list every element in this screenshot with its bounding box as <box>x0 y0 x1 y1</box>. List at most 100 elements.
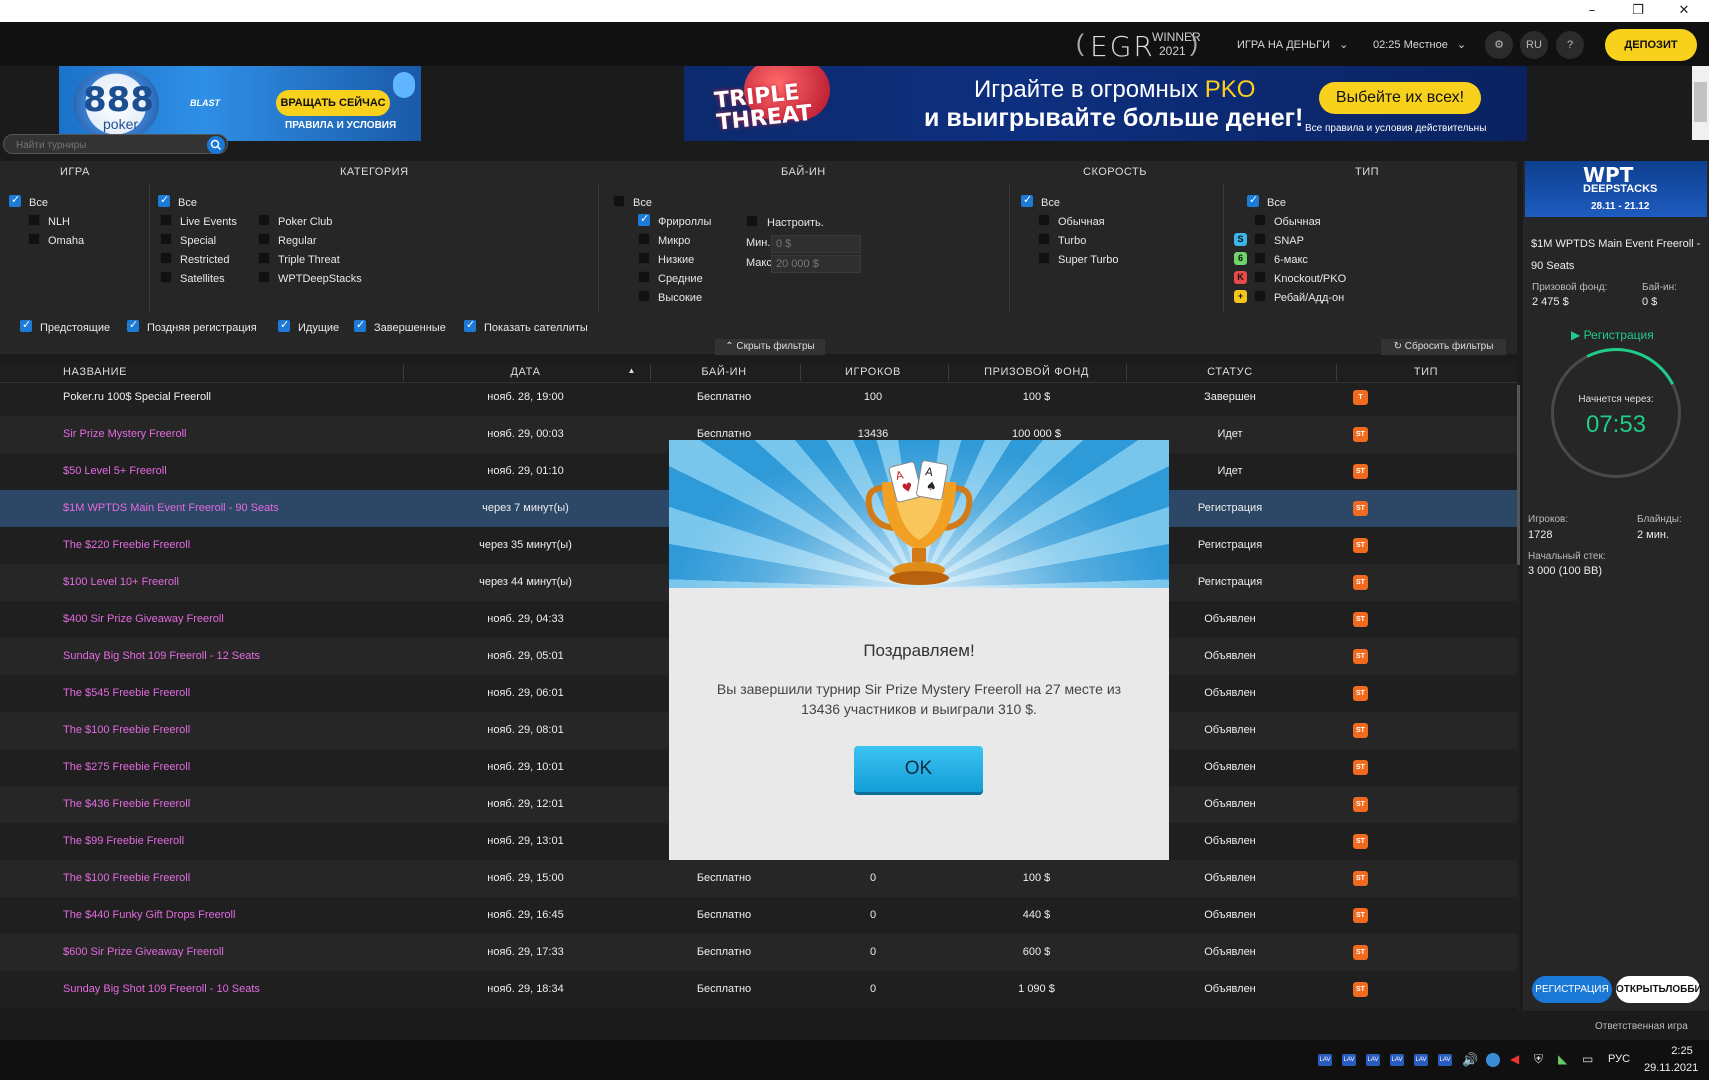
filter-max-input[interactable]: 20 000 $ <box>771 255 861 273</box>
status-satellites-checkbox[interactable] <box>464 318 476 332</box>
filter-min-input[interactable]: 0 $ <box>771 235 861 253</box>
filter-speed-turbo-label: Turbo <box>1058 235 1087 247</box>
language-button[interactable]: RU <box>1520 31 1548 59</box>
open-lobby-button[interactable]: ОТКРЫТЬЛОББИ <box>1616 976 1702 1003</box>
congratulations-dialog: A ♥ A ♠ Поздравляем! Вы завершили турнир S… <box>669 440 1169 860</box>
table-row[interactable]: $600 Sir Prize Giveaway Freeroll нояб. 29… <box>0 934 1517 971</box>
tray-app-icon[interactable]: LAV <box>1414 1054 1428 1066</box>
status-running-checkbox[interactable] <box>278 318 290 332</box>
filter-type-6max-checkbox[interactable] <box>1254 252 1266 264</box>
filter-buyin-custom-label: Настроить. <box>767 217 824 229</box>
ok-button[interactable]: OK <box>854 746 983 792</box>
filter-category-triplethreat-checkbox[interactable] <box>258 252 270 264</box>
filter-game-omaha-checkbox[interactable] <box>28 233 40 245</box>
scrollbar-thumb[interactable] <box>1517 385 1520 565</box>
status-finished-checkbox[interactable] <box>354 318 366 332</box>
shield-icon[interactable]: ⛨ <box>1534 1052 1543 1067</box>
filter-type-all-checkbox[interactable] <box>1247 193 1259 207</box>
filter-speed-superturbo-checkbox[interactable] <box>1038 252 1050 264</box>
search-input[interactable] <box>16 138 196 152</box>
filter-category-regular-checkbox[interactable] <box>258 233 270 245</box>
banner-scrollbar[interactable] <box>1692 66 1709 140</box>
filter-category-pokerclub-checkbox[interactable] <box>258 214 270 226</box>
filter-game-all-checkbox[interactable] <box>9 193 21 207</box>
column-header-name[interactable]: НАЗВАНИЕ <box>63 366 127 378</box>
search-icon[interactable] <box>207 136 225 154</box>
tray-app-icon[interactable]: LAV <box>1318 1054 1332 1066</box>
filter-game-nlh-checkbox[interactable] <box>28 214 40 226</box>
reset-filters-button[interactable]: ↻ Сбросить фильтры <box>1381 339 1506 355</box>
filter-speed-all-checkbox[interactable] <box>1021 193 1033 207</box>
filter-category-live-checkbox[interactable] <box>160 214 172 226</box>
knock-them-out-button[interactable]: Выбейте их всех! <box>1319 82 1481 114</box>
table-row[interactable]: The $440 Funky Gift Drops Freeroll нояб. … <box>0 897 1517 934</box>
filter-category-wptds-checkbox[interactable] <box>258 271 270 283</box>
column-header-date[interactable]: ДАТА ▲ <box>403 366 648 378</box>
tray-app-icon[interactable]: LAV <box>1342 1054 1356 1066</box>
settings-button[interactable]: ⚙ <box>1485 31 1513 59</box>
hide-filters-button[interactable]: ⌃ Скрыть фильтры <box>715 339 825 355</box>
filter-speed-normal-checkbox[interactable] <box>1038 214 1050 226</box>
table-row[interactable]: Sunday Big Shot 109 Freeroll - 10 Seats н… <box>0 971 1517 1008</box>
filter-type-rebuy-checkbox[interactable] <box>1254 290 1266 302</box>
register-button[interactable]: РЕГИСТРАЦИЯ <box>1532 976 1612 1003</box>
scrollbar-thumb[interactable] <box>1694 82 1707 122</box>
taskbar-time[interactable]: 2:25 <box>1660 1045 1704 1057</box>
clock-dropdown[interactable]: 02:25 Местное ⌄ <box>1373 31 1466 59</box>
nvidia-icon[interactable]: ◣ <box>1558 1052 1567 1066</box>
filter-category-special-checkbox[interactable] <box>160 233 172 245</box>
tray-app-icon[interactable]: LAV <box>1390 1054 1404 1066</box>
filter-buyin-mid-checkbox[interactable] <box>638 271 650 283</box>
filter-type-knockout-checkbox[interactable] <box>1254 271 1266 283</box>
filter-buyin-freerolls-checkbox[interactable] <box>638 212 650 226</box>
volume-icon[interactable]: 🔊 <box>1462 1052 1478 1068</box>
tournament-type-icon: ST <box>1353 612 1368 627</box>
triple-threat-logo: TRIPLE THREAT <box>713 77 848 141</box>
filter-buyin-micro-checkbox[interactable] <box>638 233 650 245</box>
spin-now-button[interactable]: ВРАЩАТЬ СЕЙЧАС <box>276 90 390 116</box>
column-header-prize[interactable]: ПРИЗОВОЙ ФОНД <box>948 366 1125 378</box>
status-upcoming-checkbox[interactable] <box>20 318 32 332</box>
filter-type-regular-checkbox[interactable] <box>1254 214 1266 226</box>
banner-888-blast[interactable]: 888 poker BLAST ВРАЩАТЬ СЕЙЧАС ПРАВИЛА И… <box>59 66 421 141</box>
filter-buyin-custom-checkbox[interactable] <box>746 215 758 227</box>
column-header-players[interactable]: ИГРОКОВ <box>800 366 946 378</box>
filter-category-satellites-checkbox[interactable] <box>160 271 172 283</box>
filter-buyin-all-checkbox[interactable] <box>613 195 625 207</box>
filter-buyin-low-checkbox[interactable] <box>638 252 650 264</box>
tray-app-icon[interactable]: LAV <box>1438 1054 1452 1066</box>
table-row[interactable]: Poker.ru 100$ Special Freeroll нояб. 28, … <box>0 383 1517 416</box>
column-header-buyin[interactable]: БАЙ-ИН <box>650 366 798 378</box>
filter-speed-turbo-checkbox[interactable] <box>1038 233 1050 245</box>
maximize-button[interactable]: ❐ <box>1615 0 1661 22</box>
deposit-button[interactable]: ДЕПОЗИТ <box>1605 29 1697 61</box>
filter-category-all-checkbox[interactable] <box>158 193 170 207</box>
tournament-status: Объявлен <box>1204 909 1256 921</box>
taskbar-language[interactable]: РУС <box>1608 1053 1630 1065</box>
table-row[interactable]: The $100 Freebie Freeroll нояб. 29, 15:00… <box>0 860 1517 897</box>
minimize-button[interactable]: – <box>1569 0 1615 22</box>
table-scrollbar[interactable] <box>1517 383 1520 1011</box>
banner-triple-threat-pko[interactable]: TRIPLE THREAT Играйте в огромных PKO и в… <box>684 66 1527 141</box>
responsible-gaming-link[interactable]: Ответственная игра <box>1595 1021 1688 1032</box>
network-icon[interactable] <box>1486 1053 1500 1067</box>
speaker-muted-icon[interactable]: ◀ <box>1510 1052 1519 1066</box>
close-button[interactable]: ✕ <box>1661 0 1707 22</box>
display-icon[interactable]: ▭ <box>1582 1052 1593 1066</box>
filter-category-restricted-checkbox[interactable] <box>160 252 172 264</box>
help-button[interactable]: ? <box>1556 31 1584 59</box>
column-header-status[interactable]: СТАТУС <box>1126 366 1334 378</box>
column-header-type[interactable]: ТИП <box>1336 366 1516 378</box>
filter-buyin-high-checkbox[interactable] <box>638 290 650 302</box>
tournament-name: The $100 Freebie Freeroll <box>63 872 191 884</box>
tournament-date: нояб. 29, 18:34 <box>487 983 564 995</box>
tournament-status: Объявлен <box>1204 872 1256 884</box>
taskbar-date[interactable]: 29.11.2021 <box>1644 1062 1698 1074</box>
status-late-reg-checkbox[interactable] <box>127 318 139 332</box>
filter-type-snap-checkbox[interactable] <box>1254 233 1266 245</box>
real-money-dropdown[interactable]: ИГРА НА ДЕНЬГИ ⌄ <box>1237 31 1348 59</box>
rules-link[interactable]: ПРАВИЛА И УСЛОВИЯ <box>285 120 396 131</box>
filter-buyin-low-label: Низкие <box>658 254 695 266</box>
tray-app-icon[interactable]: LAV <box>1366 1054 1380 1066</box>
laurel-left-icon: ( <box>1076 30 1084 57</box>
